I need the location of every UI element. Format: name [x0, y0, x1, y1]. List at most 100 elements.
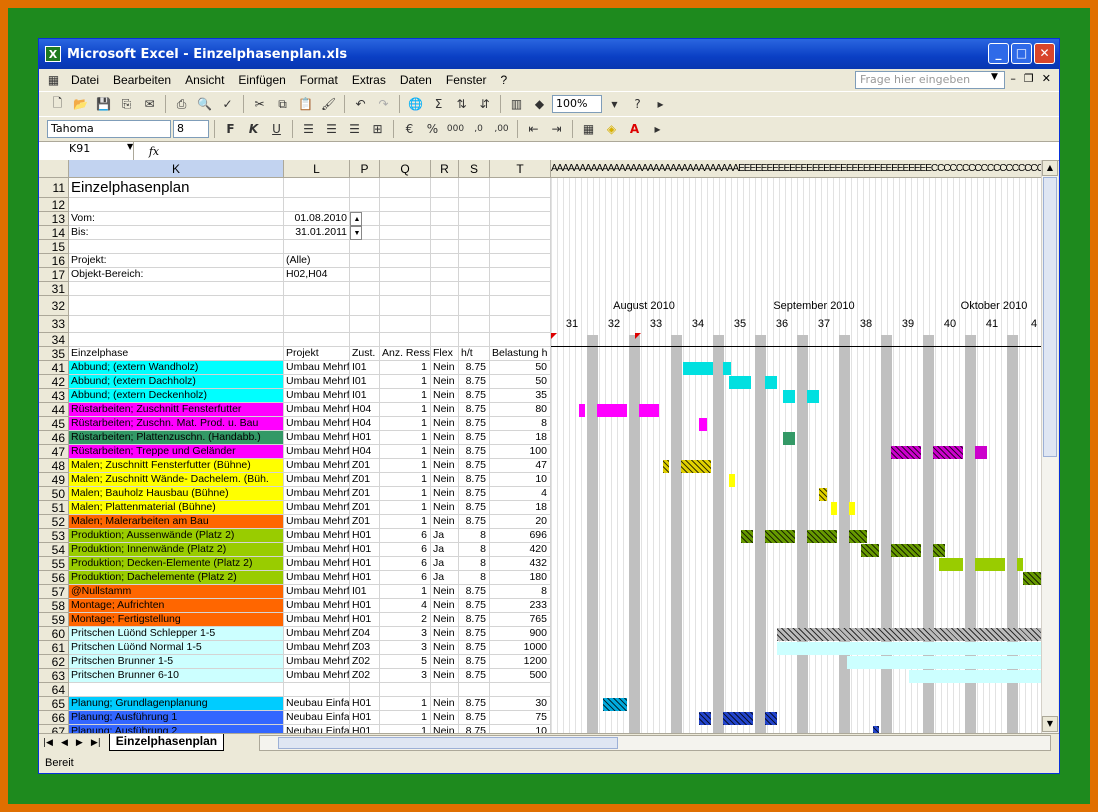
doc-close-button[interactable]: ✕ — [1042, 72, 1051, 85]
prev-sheet-button[interactable]: ◀ — [57, 738, 72, 748]
phase-data-cell[interactable]: 1 — [380, 375, 431, 389]
col-header-s[interactable]: S — [459, 160, 490, 178]
phase-data-cell[interactable]: Umbau Mehrf — [284, 571, 350, 585]
row-header[interactable]: 35 — [39, 347, 69, 361]
phase-data-cell[interactable]: 233 — [490, 599, 551, 613]
phase-data-cell[interactable]: H01 — [350, 613, 380, 627]
phase-data-cell[interactable]: Z04 — [350, 627, 380, 641]
phase-name-cell[interactable]: Malen; Malerarbeiten am Bau — [69, 515, 284, 529]
phase-data-cell[interactable]: Umbau Mehrf — [284, 403, 350, 417]
phase-data-cell[interactable]: Nein — [431, 459, 459, 473]
phase-data-cell[interactable]: Ja — [431, 557, 459, 571]
drawing-icon[interactable]: ◆ — [529, 94, 550, 114]
phase-data-cell[interactable]: 1 — [380, 501, 431, 515]
phase-data-cell[interactable] — [431, 683, 459, 697]
phase-data-cell[interactable]: Nein — [431, 655, 459, 669]
phase-name-cell[interactable]: Produktion; Innenwände (Platz 2) — [69, 543, 284, 557]
row-header[interactable]: 64 — [39, 683, 69, 697]
fx-icon[interactable]: fx — [134, 145, 174, 158]
row-header[interactable]: 12 — [39, 198, 69, 212]
phase-data-cell[interactable]: H01 — [350, 431, 380, 445]
last-sheet-button[interactable]: ▶| — [87, 738, 105, 748]
phase-data-cell[interactable]: 8 — [490, 585, 551, 599]
phase-data-cell[interactable]: 8.75 — [459, 655, 490, 669]
align-left-icon[interactable]: ☰ — [298, 119, 319, 139]
phase-data-cell[interactable]: Nein — [431, 627, 459, 641]
phase-data-cell[interactable]: Neubau Einfa — [284, 711, 350, 725]
row-header[interactable]: 13 — [39, 212, 69, 226]
gantt-bar[interactable] — [891, 446, 921, 459]
phase-data-cell[interactable]: Umbau Mehrf — [284, 599, 350, 613]
phase-data-cell[interactable]: Nein — [431, 417, 459, 431]
phase-name-cell[interactable]: @Nullstamm — [69, 585, 284, 599]
col-header-l[interactable]: L — [284, 160, 350, 178]
percent-icon[interactable]: % — [422, 119, 443, 139]
gantt-bar[interactable] — [847, 656, 1041, 669]
gantt-bar[interactable] — [1023, 572, 1041, 585]
bold-icon[interactable]: F — [220, 119, 241, 139]
increase-decimal-icon[interactable]: ,0 — [468, 119, 489, 139]
phase-data-cell[interactable]: 3 — [380, 641, 431, 655]
gantt-bar[interactable] — [729, 474, 735, 487]
row-header[interactable]: 61 — [39, 641, 69, 655]
spelling-icon[interactable]: ✓ — [217, 94, 238, 114]
chevron-down-icon[interactable]: ▼ — [991, 72, 998, 82]
phase-data-cell[interactable]: Nein — [431, 389, 459, 403]
phase-data-cell[interactable]: 180 — [490, 571, 551, 585]
phase-data-cell[interactable]: 1000 — [490, 641, 551, 655]
maximize-button[interactable]: □ — [1011, 43, 1032, 64]
phase-data-cell[interactable]: 8.75 — [459, 697, 490, 711]
phase-data-cell[interactable]: 1 — [380, 515, 431, 529]
merge-center-icon[interactable]: ⊞ — [367, 119, 388, 139]
phase-data-cell[interactable]: 8.75 — [459, 473, 490, 487]
phase-data-cell[interactable]: 1 — [380, 585, 431, 599]
undo-icon[interactable]: ↶ — [350, 94, 371, 114]
gantt-bar[interactable] — [729, 376, 751, 389]
gantt-bar[interactable] — [723, 712, 753, 725]
gantt-bar[interactable] — [639, 404, 659, 417]
phase-data-cell[interactable]: H01 — [350, 697, 380, 711]
phase-data-cell[interactable]: Nein — [431, 487, 459, 501]
row-header[interactable]: 49 — [39, 473, 69, 487]
phase-data-cell[interactable]: 420 — [490, 543, 551, 557]
horizontal-scrollbar[interactable] — [259, 735, 1051, 751]
phase-data-cell[interactable]: 8.75 — [459, 515, 490, 529]
phase-name-cell[interactable]: Produktion; Dachelemente (Platz 2) — [69, 571, 284, 585]
phase-name-cell[interactable]: Abbund; (extern Dachholz) — [69, 375, 284, 389]
hscroll-thumb[interactable] — [278, 737, 618, 749]
phase-data-cell[interactable]: Nein — [431, 585, 459, 599]
formula-input[interactable] — [174, 142, 1059, 160]
vertical-scrollbar[interactable]: ▲ ▼ — [1041, 160, 1058, 733]
menu-ansicht[interactable]: Ansicht — [178, 73, 231, 87]
gantt-bar[interactable] — [975, 558, 1005, 571]
phase-data-cell[interactable]: 8.75 — [459, 599, 490, 613]
select-all-corner[interactable] — [39, 160, 69, 178]
row-header[interactable]: 41 — [39, 361, 69, 375]
phase-data-cell[interactable]: H01 — [350, 529, 380, 543]
minimize-button[interactable]: _ — [988, 43, 1009, 64]
phase-data-cell[interactable]: 432 — [490, 557, 551, 571]
phase-data-cell[interactable]: Z01 — [350, 515, 380, 529]
italic-icon[interactable]: K — [243, 119, 264, 139]
phase-data-cell[interactable]: 500 — [490, 669, 551, 683]
phase-data-cell[interactable]: 6 — [380, 529, 431, 543]
phase-data-cell[interactable]: Umbau Mehrf — [284, 641, 350, 655]
phase-data-cell[interactable]: I01 — [350, 375, 380, 389]
phase-data-cell[interactable]: Neubau Einfa — [284, 697, 350, 711]
phase-data-cell[interactable]: 1 — [380, 697, 431, 711]
phase-data-cell[interactable]: 1 — [380, 361, 431, 375]
phase-data-cell[interactable]: H01 — [350, 557, 380, 571]
phase-data-cell[interactable]: 8.75 — [459, 585, 490, 599]
phase-data-cell[interactable]: Nein — [431, 725, 459, 733]
scroll-down-button[interactable]: ▼ — [1042, 716, 1058, 732]
phase-data-cell[interactable]: 8 — [459, 543, 490, 557]
vom-date[interactable]: 01.08.2010 — [284, 212, 350, 226]
gantt-bar[interactable] — [683, 362, 713, 375]
phase-data-cell[interactable]: Umbau Mehrf — [284, 669, 350, 683]
borders-icon[interactable]: ▦ — [578, 119, 599, 139]
gantt-bar[interactable] — [933, 446, 963, 459]
phase-data-cell[interactable]: Z01 — [350, 459, 380, 473]
phase-name-cell[interactable]: Montage; Fertigstellung — [69, 613, 284, 627]
phase-data-cell[interactable]: H01 — [350, 571, 380, 585]
phase-data-cell[interactable]: Umbau Mehrf — [284, 375, 350, 389]
